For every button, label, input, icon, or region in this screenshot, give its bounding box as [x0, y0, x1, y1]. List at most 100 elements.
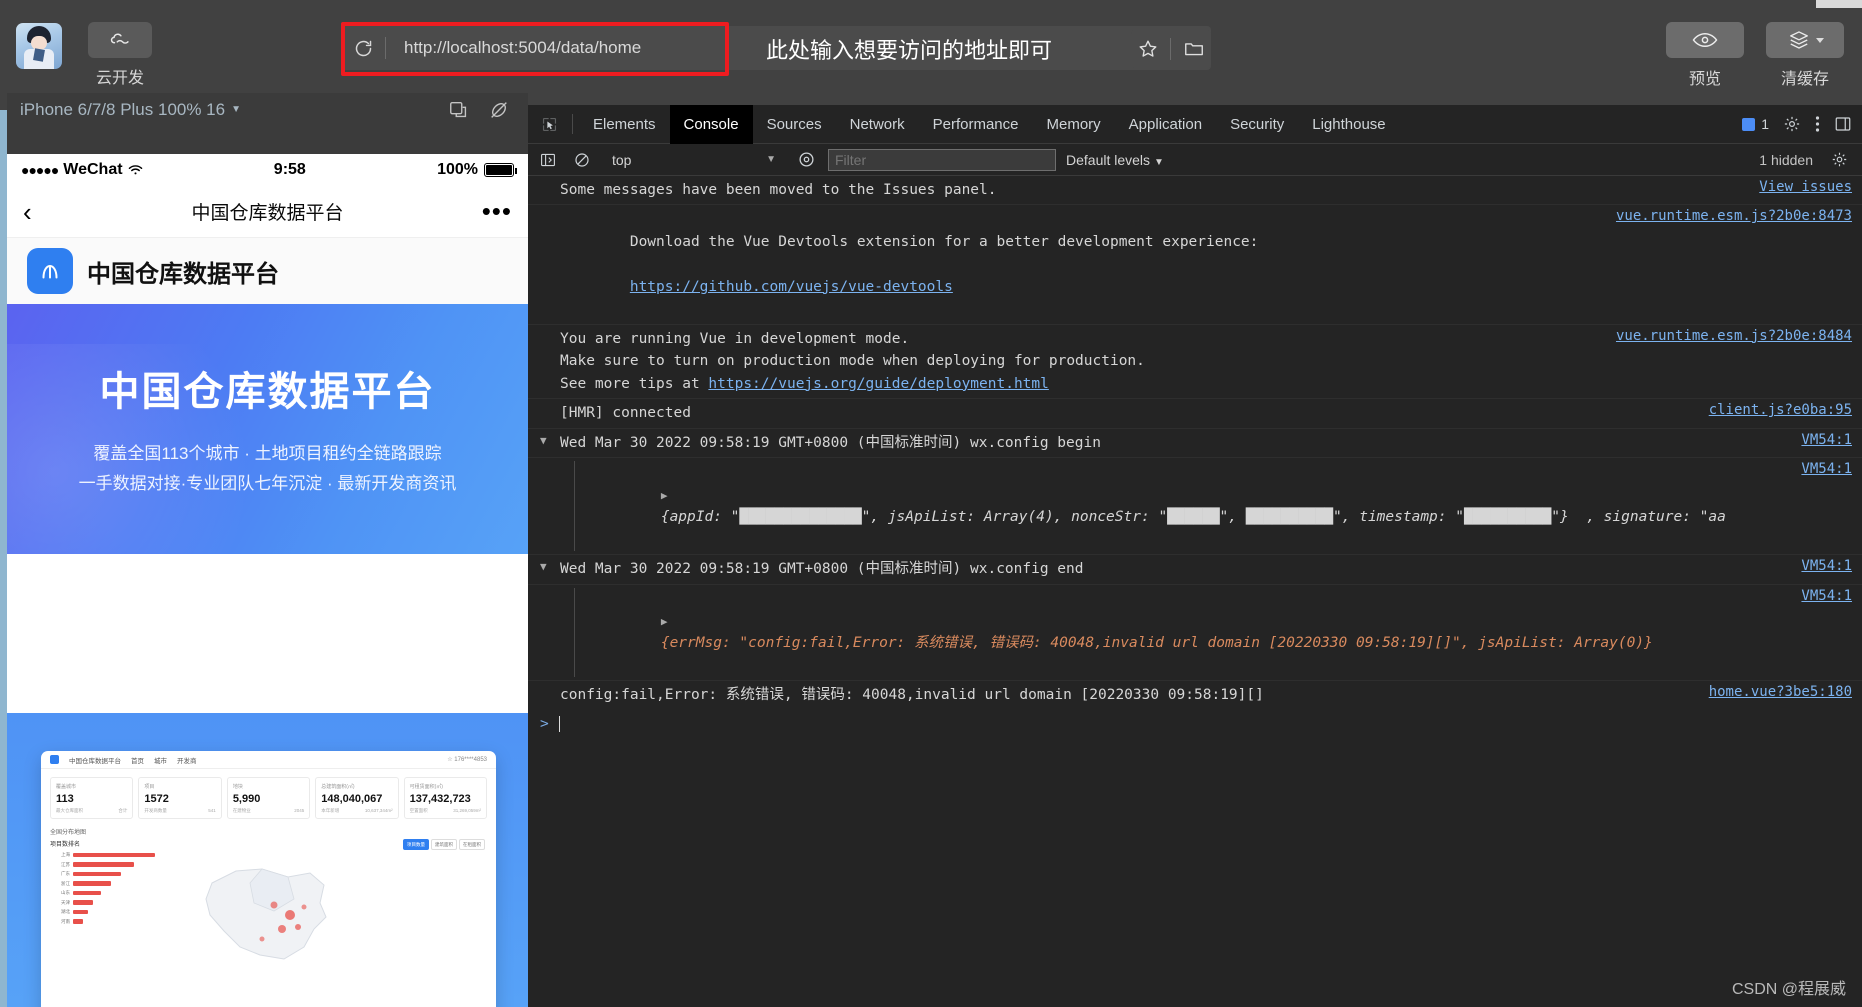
- expand-triangle-icon[interactable]: ▼: [540, 560, 547, 573]
- battery-percent: 100%: [437, 161, 478, 178]
- star-icon[interactable]: [1137, 38, 1159, 60]
- close-devtools-icon[interactable]: [1834, 115, 1852, 133]
- tab-lighthouse[interactable]: Lighthouse: [1298, 105, 1399, 144]
- device-rotate-icon[interactable]: [448, 99, 470, 121]
- tab-memory[interactable]: Memory: [1033, 105, 1115, 144]
- console-message-text: Some messages have been moved to the Iss…: [560, 182, 997, 198]
- china-map-icon: [205, 868, 327, 960]
- mock-stat-sub-right: 合计: [118, 808, 128, 813]
- user-avatar[interactable]: [16, 23, 62, 69]
- more-options-icon[interactable]: [1815, 115, 1820, 133]
- mock-stat-value: 137,432,723: [409, 793, 471, 805]
- tab-sources[interactable]: Sources: [753, 105, 836, 144]
- prompt-caret: [558, 715, 560, 732]
- chevron-down-icon: ▼: [1153, 156, 1164, 168]
- issues-badge[interactable]: 1: [1742, 116, 1769, 132]
- console-message-text: Wed Mar 30 2022 09:58:19 GMT+0800 (中国标准时…: [560, 434, 1101, 451]
- console-message-link[interactable]: https://vuejs.org/guide/deployment.html: [708, 376, 1048, 392]
- tab-application[interactable]: Application: [1115, 105, 1216, 144]
- preview-button[interactable]: 预览: [1666, 22, 1744, 89]
- console-message-text: config:fail,Error: 系统错误, 错误码: 40048,inva…: [560, 687, 1264, 704]
- folder-icon[interactable]: [1182, 38, 1206, 60]
- expand-triangle-icon[interactable]: ▶: [661, 489, 668, 502]
- console-filter-input[interactable]: [828, 148, 1056, 171]
- mock-logo-icon: [50, 755, 59, 764]
- clear-console-icon[interactable]: [570, 148, 594, 172]
- mock-stat-value: 1572: [144, 793, 169, 805]
- signal-dots-icon: ●●●●●: [21, 162, 59, 178]
- back-icon[interactable]: ‹: [23, 199, 32, 225]
- console-sidebar-toggle-icon[interactable]: [536, 148, 560, 172]
- mock-stat-label: 项目: [144, 784, 155, 790]
- cloud-dev-button[interactable]: 云开发: [88, 22, 152, 87]
- console-message-config-fail: config:fail,Error: 系统错误, 错误码: 40048,inva…: [528, 681, 1862, 709]
- console-message-list[interactable]: Some messages have been moved to the Iss…: [528, 176, 1862, 1007]
- tab-elements[interactable]: Elements: [579, 105, 670, 144]
- device-selector[interactable]: iPhone 6/7/8 Plus 100% 16: [20, 100, 225, 120]
- mock-bar-label: 江苏: [61, 861, 70, 867]
- tab-network[interactable]: Network: [836, 105, 919, 144]
- mock-bar-label: 河南: [61, 918, 70, 924]
- console-prompt[interactable]: >: [528, 710, 1862, 738]
- tab-console[interactable]: Console: [669, 104, 753, 144]
- mock-map-tag[interactable]: 项目数量: [403, 839, 429, 850]
- console-levels-value: Default levels: [1066, 151, 1151, 168]
- mock-stat-sub-right: 541: [208, 808, 216, 813]
- console-source-link[interactable]: VM54:1: [1787, 432, 1852, 448]
- view-issues-link[interactable]: View issues: [1759, 179, 1852, 195]
- mock-stat-card: 地块 5,990 在建物业 2045: [226, 777, 311, 819]
- mock-map: 项目数量 建筑面积 在租面积: [176, 839, 487, 960]
- console-context-selector[interactable]: top ▼: [604, 152, 784, 168]
- more-menu-icon[interactable]: •••: [482, 196, 512, 227]
- mock-bar-label: 上海: [61, 852, 70, 857]
- battery-icon: [484, 163, 517, 177]
- mock-stat-value: 113: [56, 793, 74, 805]
- window-controls-strip: [1816, 0, 1862, 8]
- mock-nav-1[interactable]: 城市: [154, 755, 167, 765]
- expand-triangle-icon[interactable]: ▼: [540, 434, 547, 447]
- mock-stat-sub-right: 2045: [294, 808, 305, 813]
- console-source-link[interactable]: VM54:1: [1787, 461, 1852, 477]
- clear-cache-button[interactable]: 清缓存: [1766, 22, 1844, 89]
- clear-cache-icon: [1766, 22, 1844, 58]
- console-source-link[interactable]: VM54:1: [1787, 588, 1852, 604]
- url-annotation-text: 此处输入想要访问的地址即可: [766, 38, 1053, 63]
- settings-gear-icon[interactable]: [1783, 115, 1801, 133]
- expand-triangle-icon[interactable]: ▶: [661, 615, 668, 628]
- console-source-link[interactable]: client.js?e0ba:95: [1695, 402, 1852, 418]
- console-message-config-begin: ▼ Wed Mar 30 2022 09:58:19 GMT+0800 (中国标…: [528, 429, 1862, 459]
- tab-security[interactable]: Security: [1216, 105, 1298, 144]
- hero-subtitle-1: 覆盖全国113个城市 · 土地项目租约全链路跟踪: [93, 444, 442, 464]
- console-source-link[interactable]: VM54:1: [1787, 558, 1852, 574]
- status-carrier: ●●●●● WeChat: [21, 161, 143, 179]
- dashboard-mockup: 中国仓库数据平台 首页 城市 开发商 ☆ 176****4853 覆盖城市 11…: [7, 713, 528, 1007]
- mock-stat-sub-left: 最大仓库面积: [56, 808, 83, 813]
- console-message-hmr: [HMR] connected client.js?e0ba:95: [528, 399, 1862, 429]
- hero-subtitle-2: 一手数据对接·专业团队七年沉淀 · 最新开发商资讯: [78, 474, 457, 493]
- mock-stat-label: 可租赁面积(㎡): [409, 784, 443, 790]
- console-levels-selector[interactable]: Default levels ▼: [1066, 152, 1164, 168]
- mock-nav-0[interactable]: 首页: [131, 755, 144, 765]
- mock-map-tag[interactable]: 在租面积: [459, 839, 485, 850]
- console-source-link[interactable]: vue.runtime.esm.js?2b0e:8473: [1602, 208, 1852, 224]
- live-expression-icon[interactable]: [794, 148, 818, 172]
- console-message-link[interactable]: https://github.com/vuejs/vue-devtools: [630, 279, 953, 295]
- console-source-link[interactable]: home.vue?3be5:180: [1695, 684, 1852, 700]
- console-settings-icon[interactable]: [1831, 151, 1848, 168]
- mock-topbar: 中国仓库数据平台 首页 城市 开发商 ☆ 176****4853: [41, 751, 496, 769]
- reload-icon[interactable]: [341, 38, 385, 59]
- console-message-dev-mode: You are running Vue in development mode.…: [528, 325, 1862, 400]
- tab-performance[interactable]: Performance: [919, 105, 1033, 144]
- console-object-text: {errMsg: "config:fail,Error: 系统错误, 错误码: …: [660, 635, 1653, 652]
- mock-stat-sub-right: 31,269,059m²: [453, 808, 482, 813]
- console-source-link[interactable]: vue.runtime.esm.js?2b0e:8484: [1602, 328, 1852, 344]
- device-selector-caret-icon[interactable]: ▼: [231, 104, 241, 115]
- mock-map-tag[interactable]: 建筑面积: [431, 839, 457, 850]
- mock-nav-2[interactable]: 开发商: [177, 755, 197, 765]
- mock-stat-value: 148,040,067: [321, 793, 383, 805]
- devtools-tabbar-right: 1: [1742, 115, 1862, 133]
- inspect-element-icon[interactable]: [532, 109, 566, 139]
- console-message-text: [HMR] connected: [560, 405, 691, 422]
- bookmark-group[interactable]: [1131, 30, 1211, 68]
- device-throttle-icon[interactable]: [488, 99, 510, 121]
